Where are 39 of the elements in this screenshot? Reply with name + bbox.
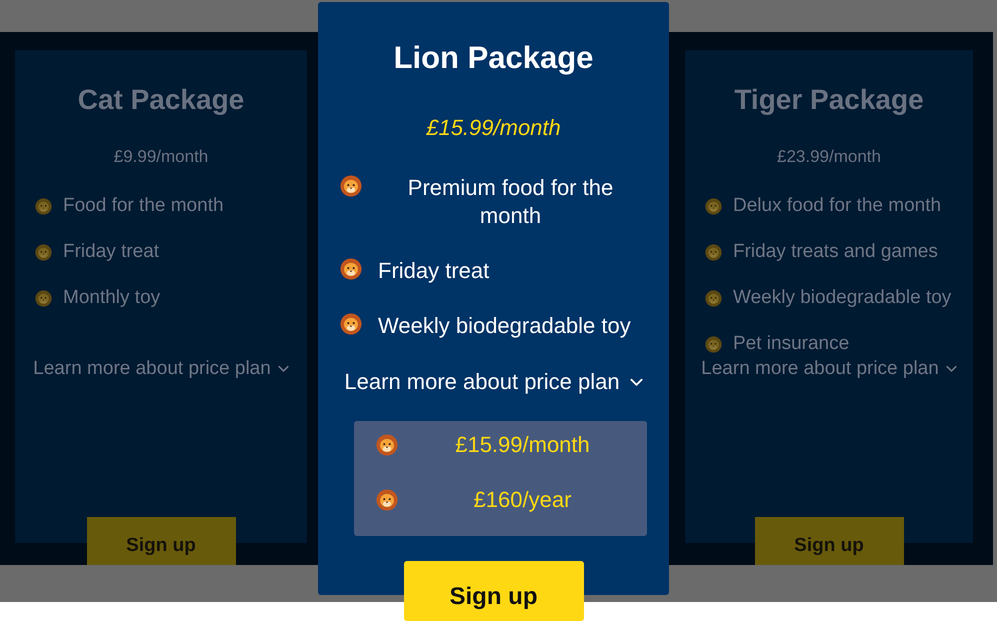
sign-up-button[interactable]: Sign up: [754, 517, 904, 565]
learn-more-button[interactable]: Learn more about price plan: [344, 368, 643, 396]
feature-text: Premium food for the month: [406, 174, 614, 230]
chevron-down-icon: [946, 365, 957, 373]
package-title: Cat Package: [78, 83, 244, 117]
package-price: £9.99/month: [114, 147, 208, 167]
feature-text: Food for the month: [63, 195, 224, 217]
feature-text: Friday treats and games: [733, 241, 938, 263]
lion-face-icon: [340, 258, 362, 280]
package-title: Tiger Package: [734, 83, 924, 117]
lion-face-icon: [705, 336, 722, 352]
lion-face-icon: [35, 244, 52, 260]
lion-face-icon: [340, 313, 362, 335]
learn-more-button[interactable]: Learn more about price plan: [701, 358, 957, 380]
lion-face-icon: [376, 489, 398, 511]
sign-up-button[interactable]: Sign up: [86, 517, 236, 565]
chevron-down-icon: [630, 378, 643, 386]
lion-face-icon: [35, 290, 52, 306]
feature-text: Weekly biodegradable toy: [378, 312, 631, 340]
lion-face-icon: [705, 198, 722, 214]
feature-text: Delux food for the month: [733, 195, 942, 217]
feature-text: Monthly toy: [63, 287, 160, 309]
lion-face-icon: [705, 290, 722, 306]
learn-more-button[interactable]: Learn more about price plan: [33, 358, 289, 380]
package-price: £23.99/month: [777, 147, 881, 167]
price-option-text: £15.99/month: [455, 432, 590, 457]
feature-text: Friday treat: [378, 257, 490, 285]
price-option-text: £160/year: [474, 487, 572, 512]
package-price: £15.99/month: [426, 114, 561, 142]
package-title: Lion Package: [394, 39, 594, 77]
chevron-down-icon: [278, 365, 289, 373]
lion-face-icon: [705, 244, 722, 260]
lion-face-icon: [35, 198, 52, 214]
feature-text: Pet insurance: [733, 333, 850, 355]
feature-text: Friday treat: [63, 241, 160, 263]
feature-text: Weekly biodegradable toy: [733, 287, 952, 309]
lion-face-icon: [376, 434, 398, 456]
lion-face-icon: [340, 175, 362, 197]
sign-up-button[interactable]: Sign up: [404, 561, 584, 621]
